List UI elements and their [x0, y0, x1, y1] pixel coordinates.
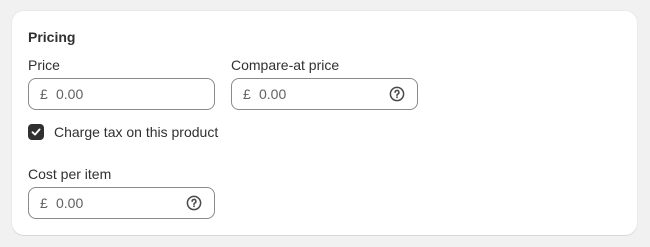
cost-per-item-label: Cost per item — [28, 166, 112, 182]
charge-tax-row[interactable]: Charge tax on this product — [28, 124, 218, 140]
question-circle-icon[interactable] — [389, 86, 405, 102]
cost-per-item-input[interactable]: £ 0.00 — [28, 187, 215, 219]
charge-tax-checkbox[interactable] — [28, 124, 44, 140]
compare-at-price-input[interactable]: £ 0.00 — [231, 78, 418, 110]
pricing-card: Pricing Price £ 0.00 Compare-at price £ … — [12, 11, 637, 235]
price-currency-symbol: £ — [40, 86, 48, 102]
card-title: Pricing — [28, 29, 76, 45]
question-circle-icon[interactable] — [186, 195, 202, 211]
charge-tax-label: Charge tax on this product — [54, 124, 219, 140]
price-input[interactable]: £ 0.00 — [28, 78, 215, 110]
checkmark-icon — [31, 128, 41, 136]
cost-per-item-value: 0.00 — [56, 195, 84, 211]
price-value: 0.00 — [56, 86, 84, 102]
cost-per-item-currency-symbol: £ — [40, 195, 48, 211]
compare-at-currency-symbol: £ — [243, 86, 251, 102]
compare-at-price-value: 0.00 — [259, 86, 287, 102]
price-label: Price — [28, 57, 60, 73]
compare-at-price-label: Compare-at price — [231, 57, 340, 73]
